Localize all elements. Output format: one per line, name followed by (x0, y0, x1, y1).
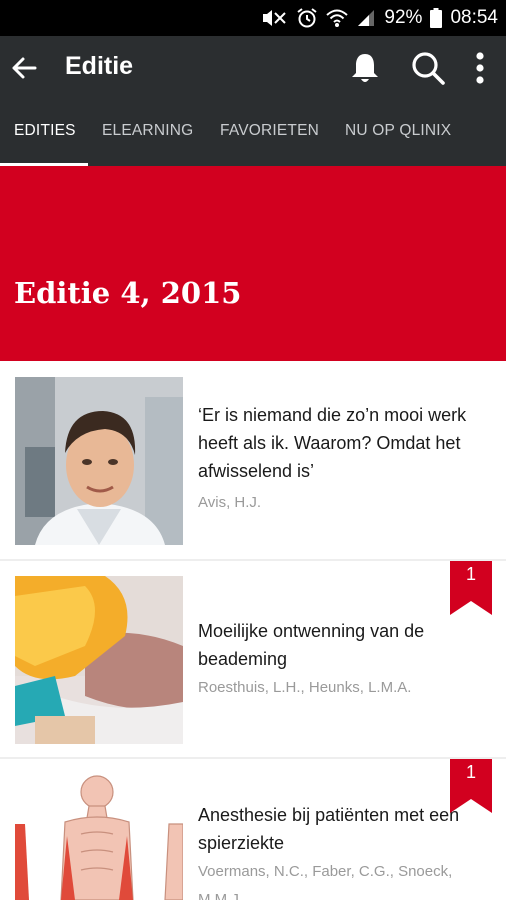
article-card[interactable]: ‘Er is niemand die zo’n mooi werk heeft … (0, 361, 506, 559)
article-card[interactable]: Anesthesie bij patiënten met een spierzi… (0, 759, 506, 900)
tab-bar: EDITIES ELEARNING FAVORIETEN NU OP QLINI… (0, 116, 506, 166)
more-options-icon[interactable] (462, 50, 498, 86)
alarm-icon (296, 7, 318, 29)
article-thumbnail (15, 377, 183, 545)
article-card[interactable]: Moeilijke ontwenning van de beademing Ro… (0, 561, 506, 757)
page-title: Editie (65, 52, 134, 80)
notification-bell-icon[interactable] (347, 50, 383, 86)
clock: 08:54 (450, 7, 498, 28)
article-author: Voermans, N.C., Faber, C.G., Snoeck, M.M… (198, 863, 453, 900)
search-icon[interactable] (410, 50, 446, 86)
article-title: Moeilijke ontwenning van de beademing (198, 621, 425, 669)
signal-icon (356, 8, 376, 28)
app-bar: Editie EDITIES ELEARNING FAVORIETEN NU O… (0, 36, 506, 167)
bookmark-count: 1 (465, 762, 476, 782)
back-arrow-icon[interactable] (10, 54, 38, 82)
edition-header: Editie 4, 2015 (0, 166, 506, 361)
bookmark-count: 1 (465, 564, 476, 584)
battery-icon (430, 8, 443, 28)
battery-percentage: 92% (384, 7, 423, 28)
article-thumbnail (15, 774, 183, 900)
article-title: ‘Er is niemand die zo’n mooi werk heeft … (198, 405, 467, 481)
tab-nu-op-qlinix[interactable]: NU OP QLINIX (345, 122, 451, 140)
tab-favorieten[interactable]: FAVORIETEN (220, 122, 319, 140)
edition-title: Editie 4, 2015 (14, 276, 242, 310)
article-thumbnail (15, 576, 183, 744)
vibrate-mute-icon (260, 8, 288, 28)
wifi-icon (326, 8, 349, 28)
article-author: Avis, H.J. (198, 494, 262, 511)
tab-elearning[interactable]: ELEARNING (102, 122, 193, 140)
tab-edities[interactable]: EDITIES (14, 122, 76, 140)
toolbar: Editie (0, 36, 506, 100)
status-bar: 92% 08:54 (0, 0, 506, 36)
article-author: Roesthuis, L.H., Heunks, L.M.A. (198, 679, 412, 696)
